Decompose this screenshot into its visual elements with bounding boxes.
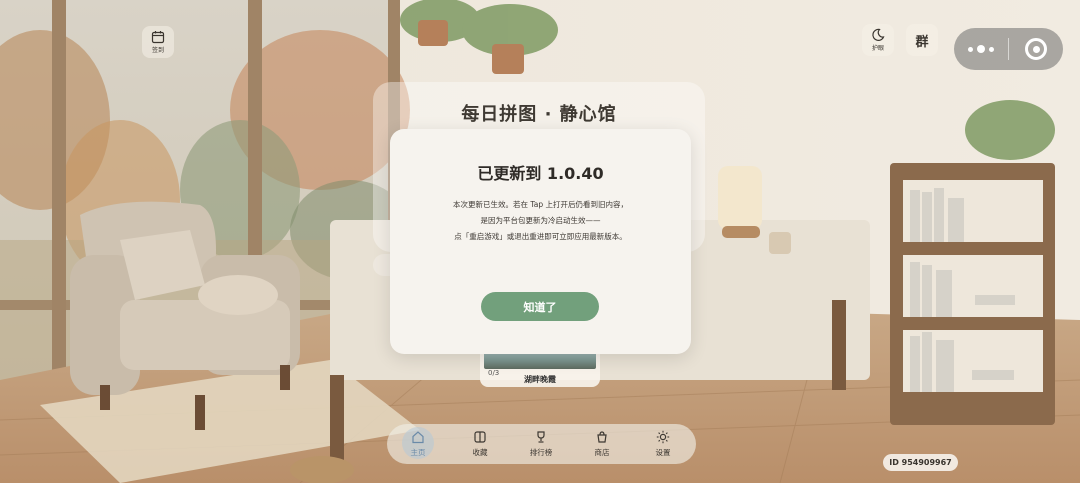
nav-label: 主页 <box>410 448 426 457</box>
more-dot-icon <box>989 46 994 52</box>
user-id-badge[interactable]: ID 954909967 <box>883 454 958 471</box>
nav-item-leaderboard[interactable]: 排行榜 <box>518 424 564 464</box>
more-dot-icon <box>977 45 985 53</box>
home-icon <box>412 431 424 444</box>
nav-label: 排行榜 <box>529 448 553 457</box>
dialog-message-line: 是因为平台包更新为冷启动生效—— <box>480 216 601 225</box>
eyecare-label: 护眼 <box>871 45 884 52</box>
dialog-message-line: 本次更新已生效。若在 Tap 上打开后仍看到旧内容， <box>453 200 628 209</box>
target-icon <box>1025 38 1047 60</box>
moon-icon <box>872 28 885 41</box>
group-label: 群 <box>915 34 929 50</box>
book-icon <box>474 431 486 443</box>
close-miniprogram-button[interactable] <box>1009 38 1063 60</box>
miniprogram-capsule <box>954 28 1063 70</box>
more-menu-button[interactable] <box>954 45 1008 53</box>
nav-label: 收藏 <box>472 448 488 457</box>
sun-icon <box>656 430 670 444</box>
nav-item-shop[interactable]: 商店 <box>579 424 625 464</box>
nav-label: 商店 <box>594 448 610 457</box>
eyecare-button[interactable]: 护眼 <box>862 24 894 56</box>
nav-item-favorites[interactable]: 收藏 <box>457 424 503 464</box>
puzzle-preview-card[interactable]: 0/3 湖畔晚霞 <box>480 352 600 387</box>
dialog-message-line: 点「重启游戏」或退出重进即可立即应用最新版本。 <box>454 232 627 241</box>
nav-item-settings[interactable]: 设置 <box>640 424 686 464</box>
puzzle-name: 湖畔晚霞 <box>524 375 556 384</box>
dialog-title: 已更新到 1.0.40 <box>477 164 604 183</box>
page-title: 每日拼图 · 静心馆 <box>461 104 617 125</box>
trophy-icon <box>537 431 545 443</box>
update-dialog: 已更新到 1.0.40 本次更新已生效。若在 Tap 上打开后仍看到旧内容， 是… <box>390 129 691 354</box>
checkin-label: 签到 <box>151 47 164 54</box>
more-dot-icon <box>968 46 973 52</box>
dialog-message: 本次更新已生效。若在 Tap 上打开后仍看到旧内容， 是因为平台包更新为冷启动生… <box>410 197 671 245</box>
shop-icon <box>597 431 607 443</box>
checkin-button[interactable]: 签到 <box>142 26 174 58</box>
puzzle-thumbnail <box>484 352 596 369</box>
nav-item-home[interactable]: 主页 <box>395 424 441 464</box>
calendar-icon <box>151 31 165 44</box>
group-button[interactable]: 群 <box>906 24 938 56</box>
bottom-navigation: 主页 收藏 排行榜 商店 设置 <box>387 424 696 464</box>
nav-label: 设置 <box>655 448 671 457</box>
acknowledge-button[interactable]: 知道了 <box>481 292 599 321</box>
